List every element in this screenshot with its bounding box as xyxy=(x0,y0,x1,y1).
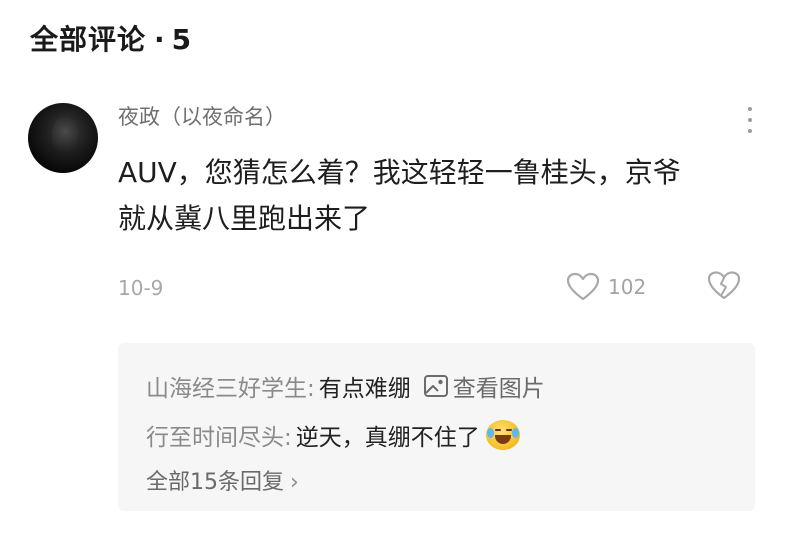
comment-line-2: 就从冀八里跑出来了 xyxy=(118,202,371,235)
header-separator: · xyxy=(154,23,166,56)
heart-icon[interactable] xyxy=(566,272,600,302)
like-count: 102 xyxy=(608,275,647,299)
reply-text: 逆天，真绷不住了 xyxy=(295,425,480,451)
reply-item-1[interactable]: 山海经三好学生: 有点难绷 查看图片 xyxy=(146,369,545,403)
comment-body: AUV，您猜怎么着？我这轻轻一鲁桂头，京爷 就从冀八里跑出来了 xyxy=(118,150,753,242)
view-all-replies-link[interactable]: 全部15条回复 › xyxy=(146,464,299,496)
like-button[interactable]: 102 xyxy=(566,270,646,304)
comments-header: 全部评论 · 5 xyxy=(30,18,192,58)
comment-line-1: AUV，您猜怎么着？我这轻轻一鲁桂头，京爷 xyxy=(118,156,681,189)
broken-heart-icon[interactable] xyxy=(706,270,742,304)
user-avatar[interactable] xyxy=(28,103,98,173)
comments-count: 5 xyxy=(171,23,193,56)
comment-username[interactable]: 夜政（以夜命名） xyxy=(118,101,286,131)
reply-author[interactable]: 行至时间尽头: xyxy=(146,418,292,452)
replies-preview[interactable]: 山海经三好学生: 有点难绷 查看图片 行至时间尽头: 逆天，真绷不住了 全部15… xyxy=(118,343,755,511)
reply-text: 有点难绷 xyxy=(318,376,411,402)
comments-title: 全部评论 xyxy=(30,23,147,56)
reply-item-2[interactable]: 行至时间尽头: 逆天，真绷不住了 xyxy=(146,418,520,452)
reply-author[interactable]: 山海经三好学生: xyxy=(146,369,315,403)
more-vertical-icon[interactable] xyxy=(744,104,756,136)
laughing-crying-emoji-icon xyxy=(485,420,520,450)
comment-date: 10-9 xyxy=(118,276,164,300)
image-icon[interactable] xyxy=(423,374,449,398)
chevron-right-icon[interactable]: › xyxy=(290,470,299,495)
view-image-link[interactable]: 查看图片 xyxy=(453,369,545,403)
all-replies-label[interactable]: 全部15条回复 xyxy=(146,470,284,495)
avatar-face xyxy=(52,117,78,153)
